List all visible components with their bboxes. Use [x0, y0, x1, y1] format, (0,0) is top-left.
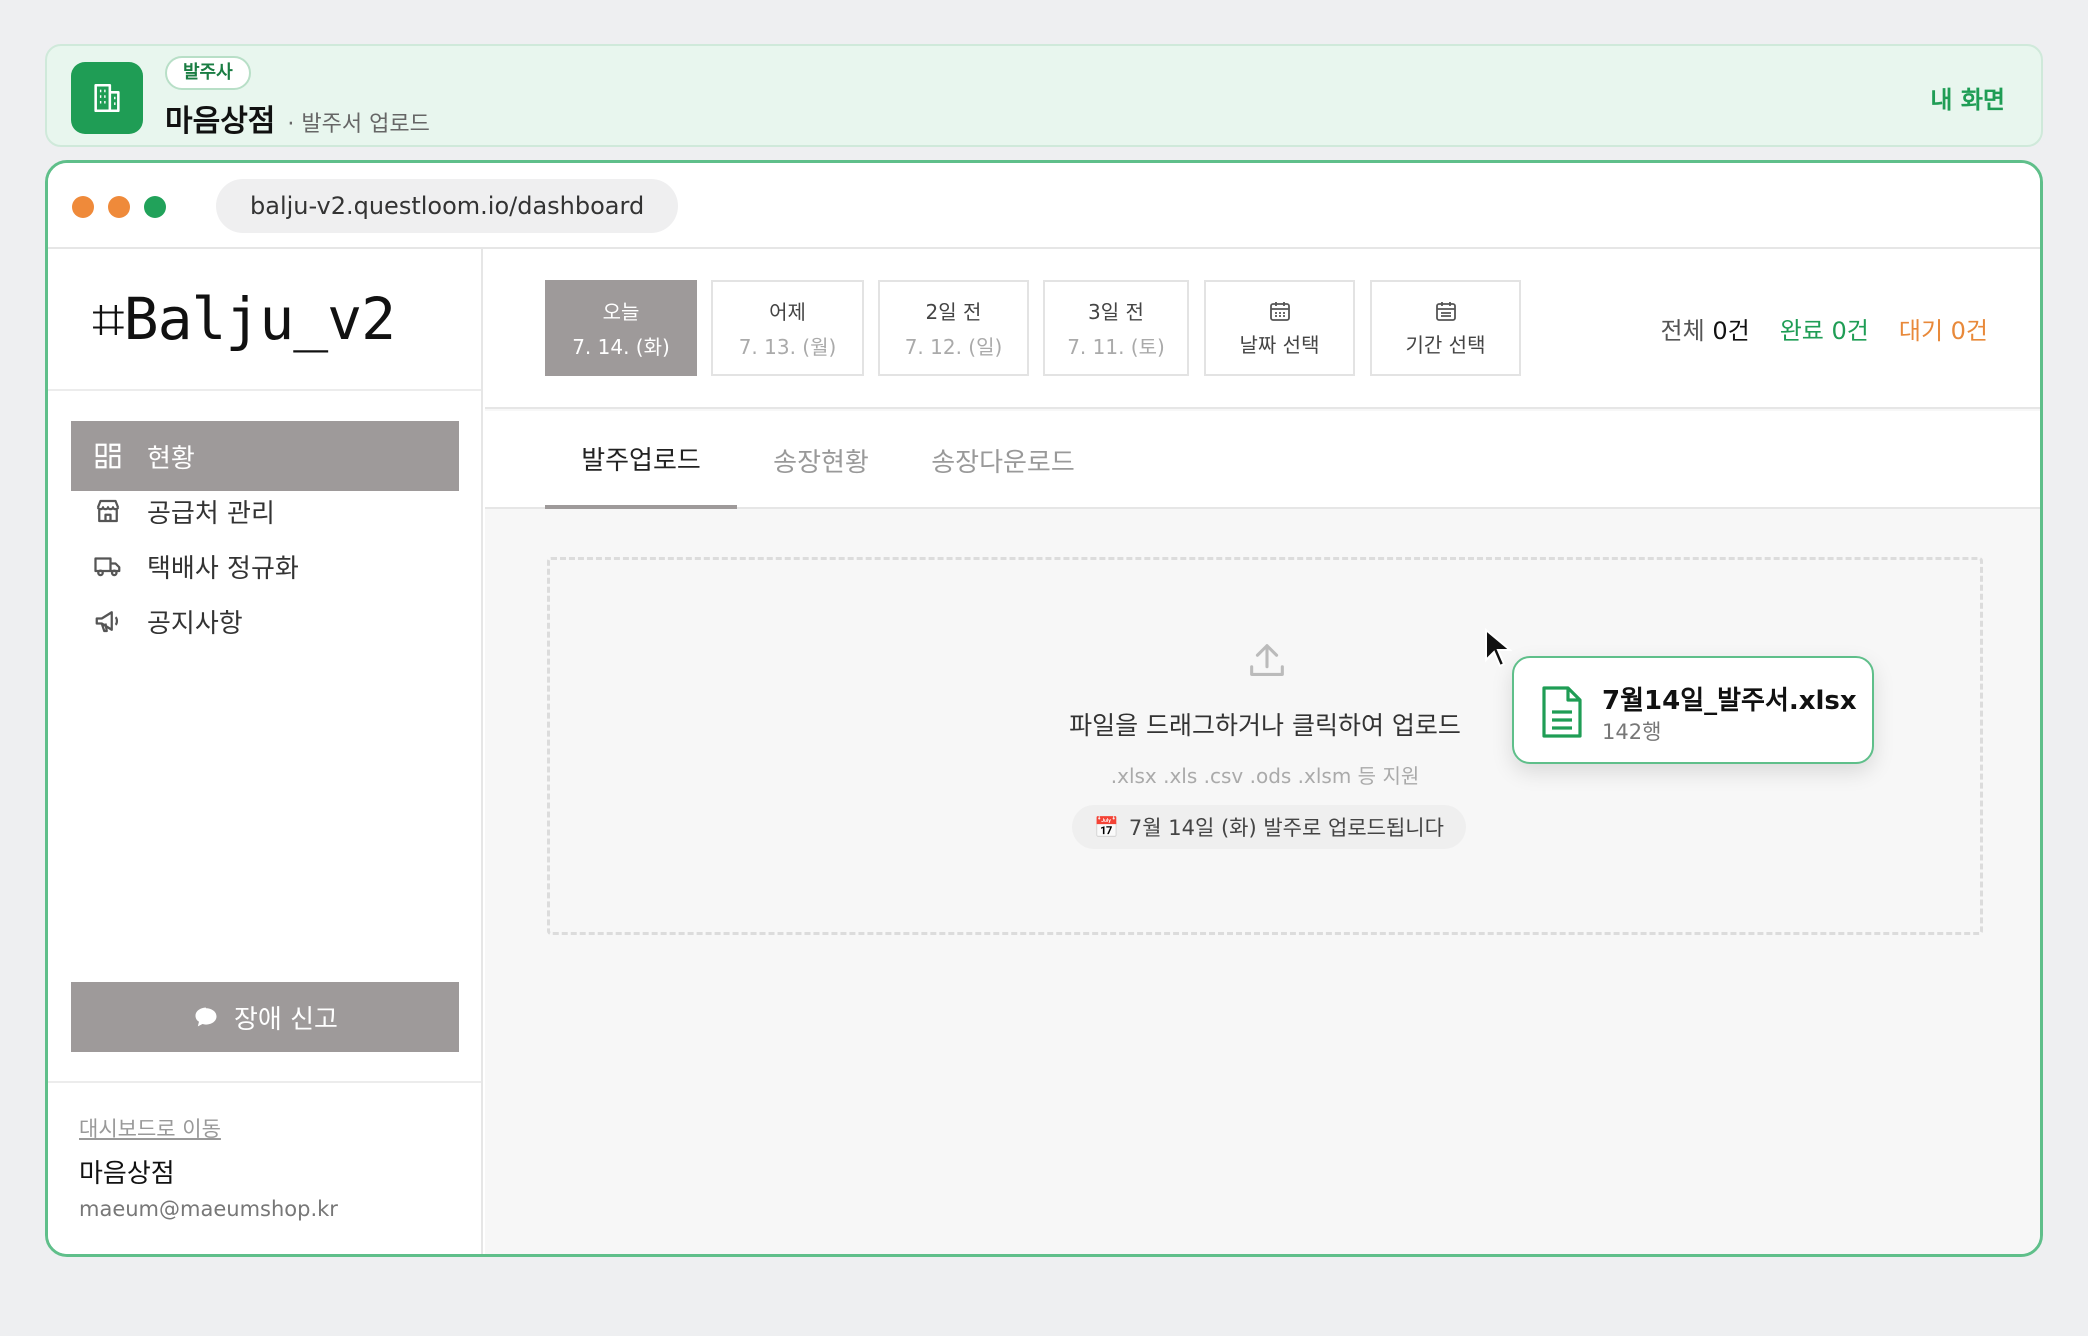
pick-date-button[interactable]: 날짜 선택 — [1204, 280, 1355, 376]
sidebar-item-label: 공지사항 — [147, 608, 243, 639]
calendar-icon — [1435, 301, 1456, 321]
date-label: 3일 전 — [1088, 300, 1144, 324]
account-name: 마음상점 — [79, 1159, 175, 1189]
notice-text: 7월 14일 (화) 발주로 업로드됩니다 — [1128, 816, 1444, 840]
grid-icon — [95, 443, 121, 469]
tab-invoice-status[interactable]: 송장현황 — [739, 411, 903, 509]
count-all: 전체 0건 — [1660, 317, 1750, 345]
my-screen-link[interactable]: 내 화면 — [1930, 80, 2005, 115]
sidebar: ⌗Balju_v2 현황 공급처 관리 택배사 정규화 공지사항 장애 신고 대… — [48, 249, 483, 1254]
date-label: 2일 전 — [925, 300, 982, 324]
banner-title: 마음상점 · 발주서 업로드 — [165, 96, 430, 140]
date-label: 오늘 — [602, 300, 640, 324]
dropzone-formats: .xlsx .xls .csv .ods .xlsm 등 지원 — [1110, 764, 1420, 788]
browser-titlebar: balju-v2.questloom.io/dashboard — [48, 163, 2040, 249]
building-icon — [71, 62, 143, 134]
top-banner: 발주사 마음상점 · 발주서 업로드 내 화면 — [45, 44, 2043, 147]
divider — [48, 1081, 481, 1083]
maximize-dot[interactable] — [144, 196, 166, 218]
minimize-dot[interactable] — [108, 196, 130, 218]
truck-icon — [94, 557, 121, 577]
order-counts: 전체 0건 완료 0건 대기 0건 — [1661, 311, 1988, 346]
upload-date-notice: 📅 7월 14일 (화) 발주로 업로드됩니다 — [1072, 805, 1466, 849]
sidebar-item-notice[interactable]: 공지사항 — [71, 586, 459, 656]
calendar-icon — [1269, 301, 1290, 321]
page-subtitle: · 발주서 업로드 — [287, 112, 430, 137]
address-bar[interactable]: balju-v2.questloom.io/dashboard — [216, 179, 679, 233]
tab-bar: 발주업로드 송장현황 송장다운로드 — [485, 411, 2040, 509]
date-label: 날짜 선택 — [1239, 332, 1320, 357]
date-label: 어제 — [769, 300, 806, 324]
date-filter-bar: 오늘 7. 14. (화) 어제 7. 13. (월) 2일 전 7. 12. … — [485, 249, 2040, 409]
count-wait: 대기 0건 — [1898, 317, 1988, 345]
date-value: 7. 14. (화) — [572, 335, 670, 359]
close-dot[interactable] — [72, 196, 94, 218]
date-label: 기간 선택 — [1405, 332, 1486, 357]
report-label: 장애 신고 — [234, 1004, 338, 1035]
sidebar-item-label: 현황 — [147, 443, 195, 474]
count-done: 완료 0건 — [1779, 317, 1869, 345]
store-icon — [96, 499, 120, 523]
dashboard-link[interactable]: 대시보드로 이동 — [79, 1113, 221, 1143]
date-value: 7. 11. (토) — [1067, 335, 1165, 359]
sidebar-item-label: 공급처 관리 — [147, 498, 275, 529]
date-value: 7. 13. (월) — [738, 335, 837, 359]
account-email: maeum@maeumshop.kr — [79, 1197, 338, 1221]
file-name: 7월14일_발주서.xlsx — [1602, 686, 1857, 716]
upload-icon — [1250, 644, 1284, 676]
chat-bubble-icon — [195, 1007, 217, 1027]
sidebar-item-label: 택배사 정규화 — [147, 553, 299, 584]
date-2days-button[interactable]: 2일 전 7. 12. (일) — [878, 280, 1029, 376]
shop-name: 마음상점 — [165, 104, 276, 139]
date-yesterday-button[interactable]: 어제 7. 13. (월) — [711, 280, 864, 376]
megaphone-icon — [95, 611, 119, 633]
dragged-file-card[interactable]: 7월14일_발주서.xlsx 142행 — [1512, 656, 1874, 764]
report-issue-button[interactable]: 장애 신고 — [71, 982, 459, 1052]
role-badge: 발주사 — [165, 56, 251, 90]
pick-range-button[interactable]: 기간 선택 — [1370, 280, 1521, 376]
spreadsheet-file-icon — [1542, 686, 1582, 738]
app-logo[interactable]: ⌗Balju_v2 — [92, 285, 396, 354]
calendar-icon: 📅 — [1094, 815, 1119, 839]
date-value: 7. 12. (일) — [904, 335, 1003, 359]
tab-order-upload[interactable]: 발주업로드 — [545, 411, 737, 509]
divider — [48, 389, 481, 391]
file-row-count: 142행 — [1602, 720, 1662, 744]
tab-invoice-download[interactable]: 송장다운로드 — [905, 411, 1101, 509]
date-today-button[interactable]: 오늘 7. 14. (화) — [545, 280, 697, 376]
mouse-cursor-icon — [1485, 628, 1512, 668]
date-3days-button[interactable]: 3일 전 7. 11. (토) — [1043, 280, 1189, 376]
